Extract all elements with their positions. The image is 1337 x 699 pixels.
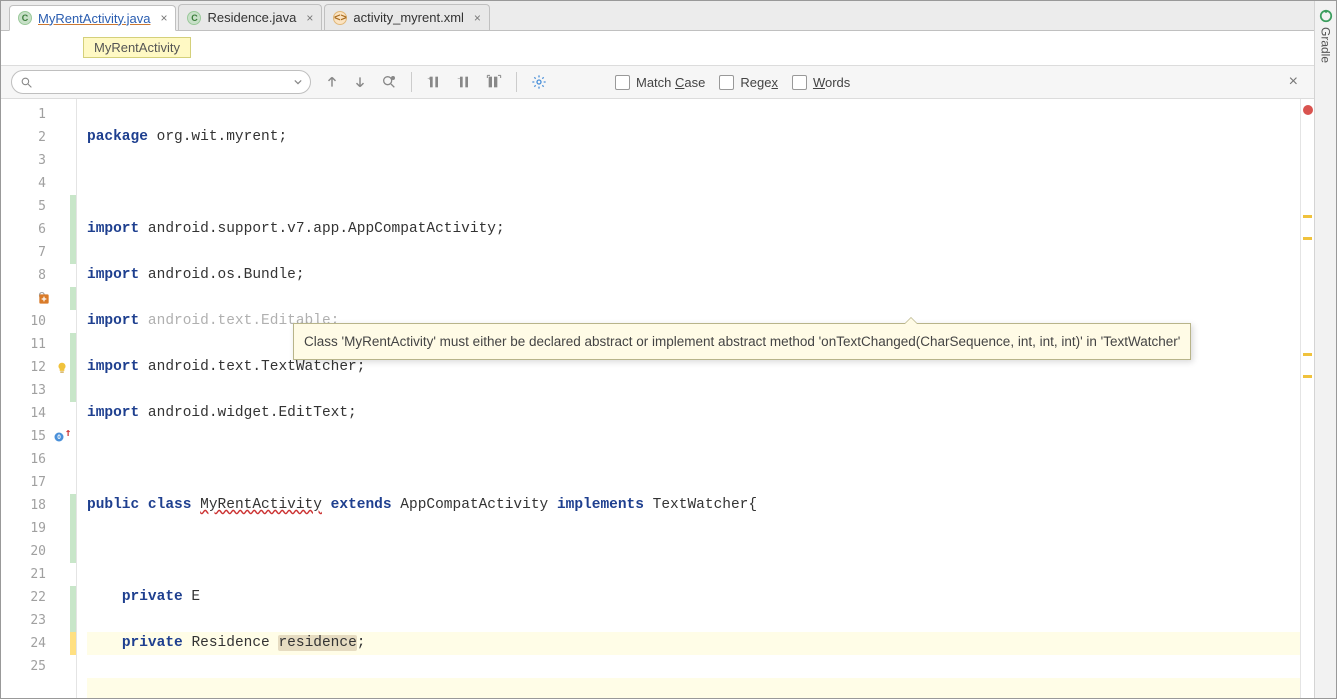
remove-selection-button[interactable]: − bbox=[456, 74, 472, 90]
code-area[interactable]: package org.wit.myrent; import android.s… bbox=[77, 99, 1300, 698]
line-number: 18 bbox=[1, 494, 76, 517]
gradle-icon bbox=[1319, 9, 1333, 23]
line-number: 5 bbox=[1, 195, 76, 218]
line-number: 3 bbox=[1, 149, 76, 172]
svg-text:O: O bbox=[57, 434, 61, 441]
line-number: 23 bbox=[1, 609, 76, 632]
find-all-button[interactable] bbox=[381, 74, 397, 90]
svg-text:−: − bbox=[457, 76, 461, 83]
breadcrumb[interactable]: MyRentActivity bbox=[83, 37, 191, 58]
close-icon[interactable]: × bbox=[306, 11, 313, 25]
line-number: 20 bbox=[1, 540, 76, 563]
line-number: 14 bbox=[1, 402, 76, 425]
line-number: 8 bbox=[1, 264, 76, 287]
editor-tabs: C MyRentActivity.java × C Residence.java… bbox=[1, 1, 1314, 31]
next-occurrence-button[interactable] bbox=[353, 75, 367, 89]
java-class-icon: C bbox=[18, 11, 32, 25]
line-number: 25 bbox=[1, 655, 76, 678]
search-input[interactable] bbox=[37, 75, 290, 89]
add-selection-button[interactable]: + bbox=[426, 74, 442, 90]
tab-label: Residence.java bbox=[207, 10, 296, 25]
words-checkbox[interactable]: Words bbox=[792, 75, 850, 90]
line-number: 17 bbox=[1, 471, 76, 494]
tab-myrentactivity[interactable]: C MyRentActivity.java × bbox=[9, 5, 176, 31]
line-number: 4 bbox=[1, 172, 76, 195]
xml-file-icon: <> bbox=[333, 11, 347, 25]
close-find-bar-icon[interactable]: × bbox=[1283, 73, 1304, 91]
warning-marker[interactable] bbox=[1303, 237, 1312, 240]
line-number: 2 bbox=[1, 126, 76, 149]
line-number: 22 bbox=[1, 586, 76, 609]
tab-activity-myrent-xml[interactable]: <> activity_myrent.xml × bbox=[324, 4, 490, 30]
line-number: 24 bbox=[1, 632, 76, 655]
line-number: 11 bbox=[1, 333, 76, 356]
close-icon[interactable]: × bbox=[474, 11, 481, 25]
tab-residence[interactable]: C Residence.java × bbox=[178, 4, 322, 30]
prev-occurrence-button[interactable] bbox=[325, 75, 339, 89]
find-toolbar: + − Match Case Regex Words × bbox=[1, 65, 1314, 99]
line-number: 12 bbox=[1, 356, 76, 379]
line-number: 16 bbox=[1, 448, 76, 471]
select-all-button[interactable] bbox=[486, 74, 502, 90]
tab-label: MyRentActivity.java bbox=[38, 11, 150, 26]
warning-marker[interactable] bbox=[1303, 375, 1312, 378]
line-number: 6 bbox=[1, 218, 76, 241]
line-number: 13 bbox=[1, 379, 76, 402]
separator bbox=[411, 72, 412, 92]
line-number: 7 bbox=[1, 241, 76, 264]
settings-gear-icon[interactable] bbox=[531, 74, 547, 90]
gradle-tool-window-button[interactable]: Gradle bbox=[1314, 1, 1336, 698]
search-input-wrapper[interactable] bbox=[11, 70, 311, 94]
chevron-down-icon[interactable] bbox=[294, 78, 302, 86]
line-number: 15 O↑ bbox=[1, 425, 76, 448]
gutter[interactable]: 1 2 3 4 5 6 7 8 9 10 11 12 13 14 15 O↑ 1… bbox=[1, 99, 77, 698]
code-editor[interactable]: 1 2 3 4 5 6 7 8 9 10 11 12 13 14 15 O↑ 1… bbox=[1, 99, 1314, 698]
line-number: 9 bbox=[1, 287, 76, 310]
error-tooltip: Class 'MyRentActivity' must either be de… bbox=[293, 323, 1191, 360]
close-icon[interactable]: × bbox=[160, 11, 167, 25]
svg-text:+: + bbox=[427, 76, 431, 83]
search-icon bbox=[20, 76, 33, 89]
quickfix-icon[interactable] bbox=[37, 292, 51, 306]
separator bbox=[516, 72, 517, 92]
warning-marker[interactable] bbox=[1303, 353, 1312, 356]
intention-bulb-icon[interactable] bbox=[52, 358, 72, 378]
error-stripe[interactable] bbox=[1300, 99, 1314, 698]
line-number: 1 bbox=[1, 103, 76, 126]
gradle-tool-label: Gradle bbox=[1319, 27, 1333, 63]
regex-checkbox[interactable]: Regex bbox=[719, 75, 778, 90]
java-class-icon: C bbox=[187, 11, 201, 25]
breadcrumb-bar: MyRentActivity bbox=[1, 31, 1314, 65]
error-marker[interactable] bbox=[1303, 105, 1313, 115]
override-icon[interactable]: O↑ bbox=[52, 427, 72, 447]
warning-marker[interactable] bbox=[1303, 215, 1312, 218]
line-number: 19 bbox=[1, 517, 76, 540]
line-number: 10 bbox=[1, 310, 76, 333]
tab-label: activity_myrent.xml bbox=[353, 10, 464, 25]
match-case-checkbox[interactable]: Match Case bbox=[615, 75, 705, 90]
line-number: 21 bbox=[1, 563, 76, 586]
